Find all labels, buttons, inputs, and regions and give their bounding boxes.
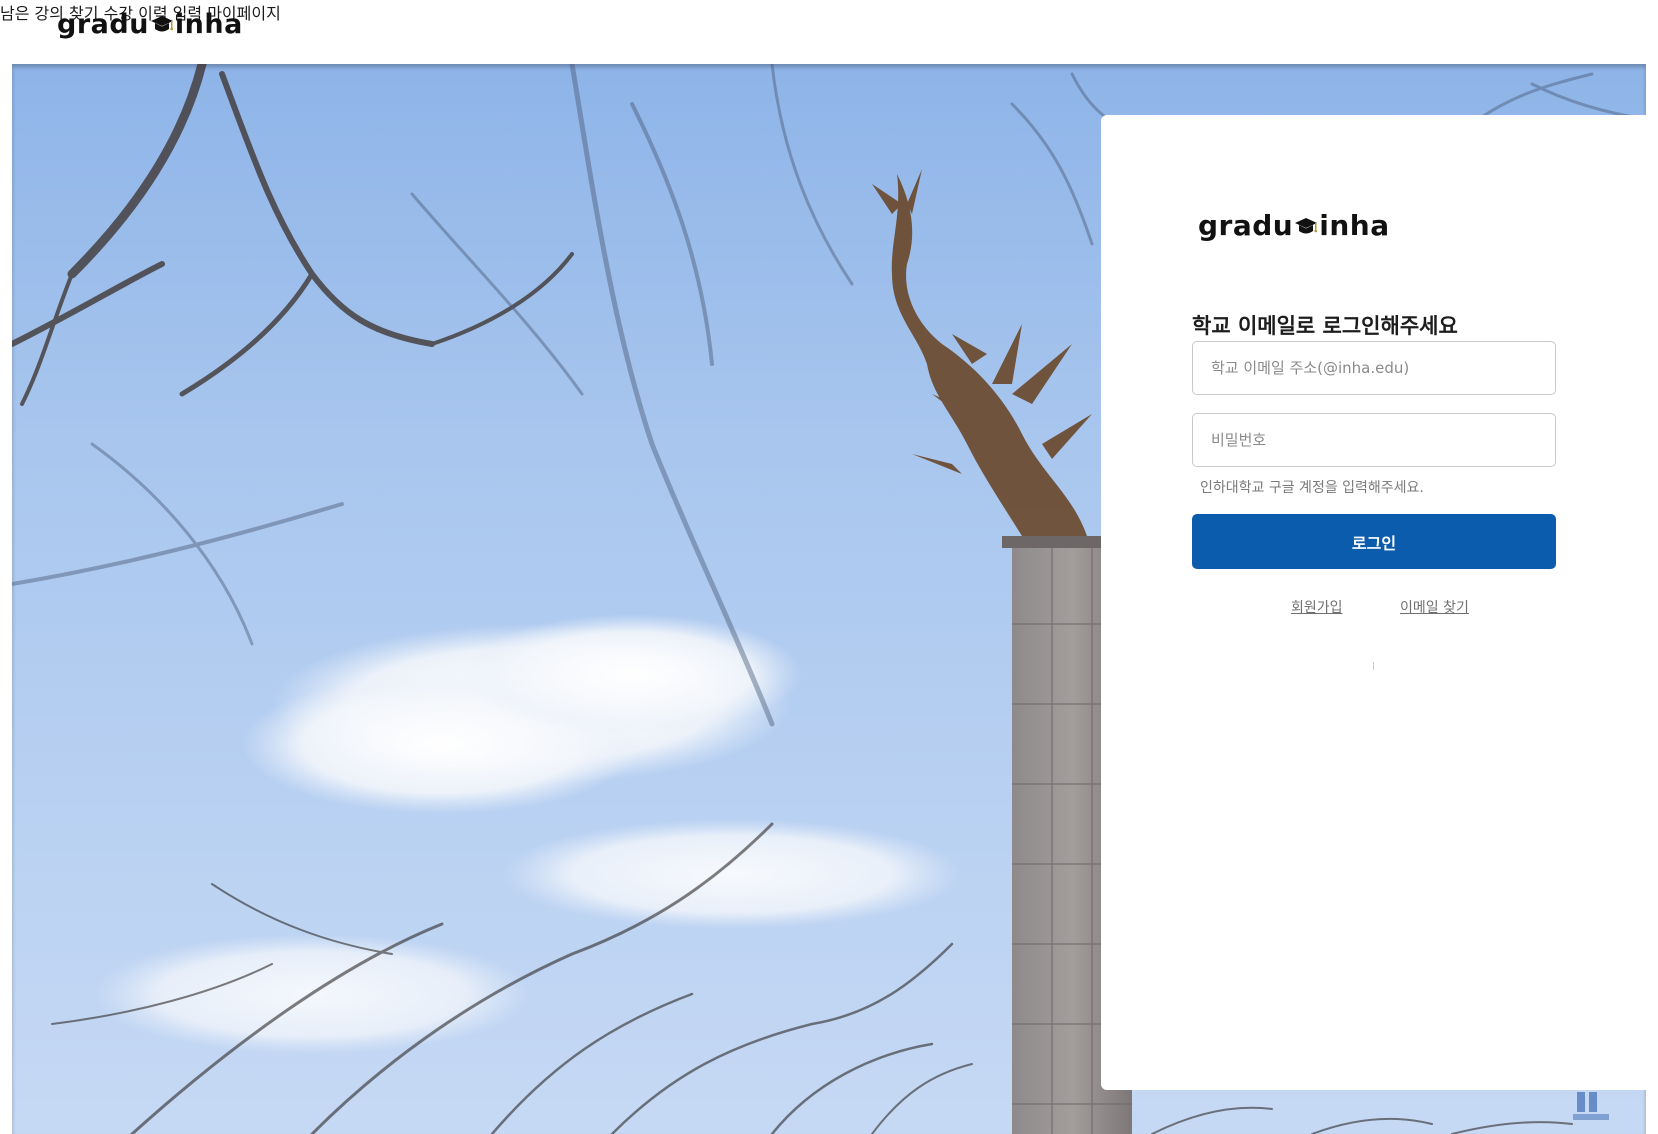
password-field[interactable] [1192,413,1556,467]
login-title: 학교 이메일로 로그인해주세요 [1192,314,1458,339]
logo-text-inha: inha [1319,209,1390,242]
brand-logo[interactable]: gradu inha [57,4,243,44]
find-email-link[interactable]: 이메일 찾기 [1400,597,1469,617]
login-logo: gradu inha [1198,209,1390,242]
signup-link[interactable]: 회원가입 [1291,597,1343,617]
logo-text-inha: inha [174,8,243,40]
top-navbar: gradu inha 남은 강의 찾기 수강 이력 입력 마이페이지 [0,0,1658,64]
university-emblem-watermark [1573,1092,1609,1120]
login-button[interactable]: 로그인 [1192,514,1556,569]
logo-text-gradu: gradu [1198,209,1294,242]
email-field[interactable] [1192,341,1556,395]
graduation-cap-icon [1295,217,1318,233]
logo-text-gradu: gradu [57,8,149,40]
divider [1373,662,1374,670]
email-hint: 인하대학교 구글 계정을 입력해주세요. [1200,480,1424,496]
main-nav: 남은 강의 찾기 수강 이력 입력 마이페이지 [0,0,1658,24]
login-panel: gradu inha 학교 이메일로 로그인해주세요 인하대학교 구글 계정을 … [1101,115,1658,1090]
graduation-cap-icon [150,16,173,32]
